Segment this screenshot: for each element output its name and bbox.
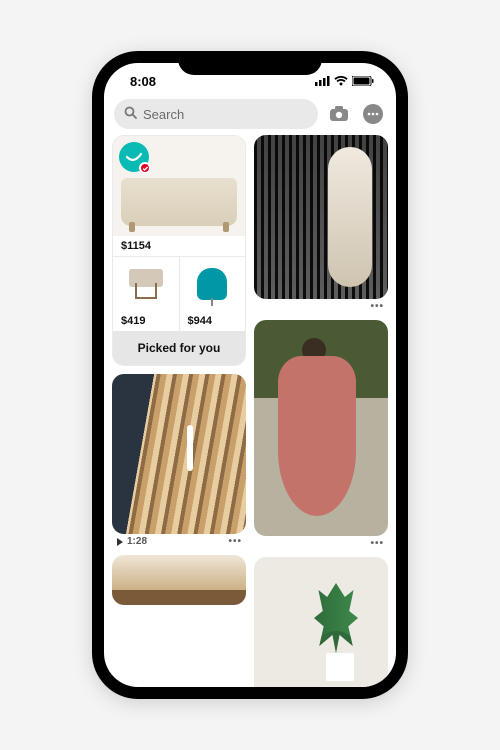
battery-icon bbox=[352, 74, 374, 89]
chat-button[interactable] bbox=[360, 101, 386, 127]
picked-for-you-label: Picked for you bbox=[113, 331, 245, 365]
product-chair-1[interactable]: $419 bbox=[113, 256, 179, 331]
notch bbox=[178, 51, 322, 75]
feed-column-right: ••• ••• bbox=[254, 135, 388, 687]
pin-gate[interactable]: ••• bbox=[254, 135, 388, 312]
more-button[interactable]: ••• bbox=[228, 536, 242, 547]
chair-image bbox=[197, 268, 227, 300]
search-row: Search bbox=[104, 99, 396, 135]
shop-hero[interactable] bbox=[113, 136, 245, 236]
pin-image bbox=[112, 555, 246, 605]
search-placeholder: Search bbox=[143, 107, 184, 122]
sofa-price: $1154 bbox=[113, 236, 245, 256]
status-indicators bbox=[315, 74, 374, 89]
search-icon bbox=[124, 106, 137, 122]
pin-image bbox=[112, 374, 246, 534]
merchant-badge-icon bbox=[119, 142, 149, 172]
product-chair-2[interactable]: $944 bbox=[179, 256, 246, 331]
verified-check-icon bbox=[139, 162, 151, 174]
shopping-card[interactable]: $1154 $419 $944 Picked for you bbox=[112, 135, 246, 366]
pin-image bbox=[254, 557, 388, 687]
pin-image bbox=[254, 320, 388, 536]
screen: 8:08 Search bbox=[104, 63, 396, 687]
feed[interactable]: $1154 $419 $944 Picked for you bbox=[104, 135, 396, 687]
pin-hair[interactable]: 1:28 ••• bbox=[112, 374, 246, 547]
chair1-price: $419 bbox=[113, 311, 179, 331]
pin-dress[interactable]: ••• bbox=[254, 320, 388, 549]
more-button[interactable]: ••• bbox=[370, 301, 384, 312]
search-input[interactable]: Search bbox=[114, 99, 318, 129]
feed-column-left: $1154 $419 $944 Picked for you bbox=[112, 135, 246, 687]
phone-frame: 8:08 Search bbox=[92, 51, 408, 699]
more-button[interactable]: ••• bbox=[370, 538, 384, 549]
chair2-price: $944 bbox=[180, 311, 246, 331]
pin-image bbox=[254, 135, 388, 299]
status-time: 8:08 bbox=[130, 74, 156, 89]
pin-plant[interactable] bbox=[254, 557, 388, 687]
signal-icon bbox=[315, 74, 330, 89]
pin-shelf[interactable] bbox=[112, 555, 246, 605]
play-icon bbox=[116, 538, 124, 546]
camera-button[interactable] bbox=[326, 101, 352, 127]
wifi-icon bbox=[334, 74, 348, 89]
product-sofa-image bbox=[121, 178, 237, 226]
chair-image bbox=[129, 269, 163, 299]
video-duration: 1:28 bbox=[116, 536, 147, 547]
